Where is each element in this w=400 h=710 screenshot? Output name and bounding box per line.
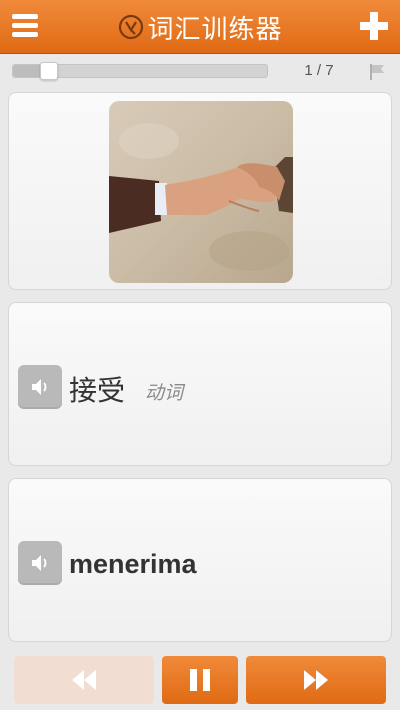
rewind-icon — [72, 670, 96, 690]
translation-card: menerima — [8, 478, 392, 642]
menu-icon — [12, 14, 38, 19]
progress-slider[interactable] — [12, 62, 268, 80]
speaker-icon — [32, 555, 47, 571]
next-button[interactable] — [246, 656, 386, 704]
play-word-button[interactable] — [18, 365, 62, 409]
app-header: 词汇训练器 — [0, 0, 400, 54]
menu-button[interactable] — [10, 10, 42, 42]
app-title-group: 词汇训练器 — [100, 8, 300, 46]
progress-thumb[interactable] — [40, 62, 58, 80]
speaker-icon — [32, 379, 47, 395]
word-card: 接受 动词 — [8, 302, 392, 466]
translation-text: menerima — [69, 549, 197, 579]
fast-forward-icon — [304, 670, 328, 690]
image-card — [8, 92, 392, 290]
logo-icon — [119, 14, 144, 40]
previous-button[interactable] — [14, 656, 154, 704]
add-button[interactable] — [360, 12, 388, 40]
play-translation-button[interactable] — [18, 541, 62, 585]
app-title: 词汇训练器 — [147, 14, 283, 45]
card-counter: 1 / 7 — [304, 62, 334, 79]
flag-icon[interactable] — [368, 63, 386, 81]
pause-button[interactable] — [162, 656, 238, 704]
word-text: 接受 — [69, 374, 126, 407]
pause-icon — [190, 669, 210, 691]
handshake-image — [109, 101, 293, 283]
part-of-speech: 动词 — [145, 382, 184, 404]
